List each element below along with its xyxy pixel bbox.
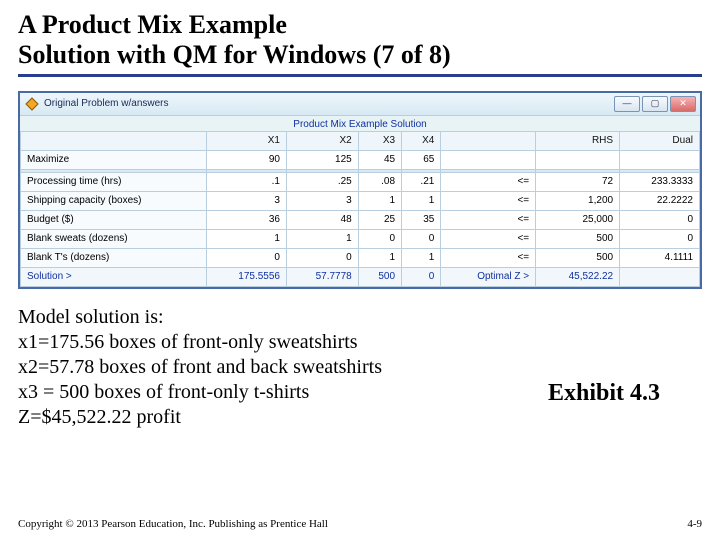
cell: Shipping capacity (boxes) [21, 191, 207, 210]
cell: <= [441, 229, 536, 248]
table-row: Maximize901254565 [21, 150, 700, 169]
cell: 1 [286, 229, 358, 248]
cell: 500 [536, 229, 620, 248]
cell: 65 [402, 150, 441, 169]
cell: 3 [207, 191, 287, 210]
cell: .1 [207, 172, 287, 191]
cell: 1 [207, 229, 287, 248]
cell: 233.3333 [620, 172, 700, 191]
body-line: Z=$45,522.22 profit [18, 405, 702, 430]
cell: <= [441, 248, 536, 267]
cell: <= [441, 191, 536, 210]
cell: <= [441, 210, 536, 229]
cell: Processing time (hrs) [21, 172, 207, 191]
minimize-button[interactable]: — [614, 96, 640, 112]
cell: 4.1111 [620, 248, 700, 267]
slide-title-line2: Solution with QM for Windows (7 of 8) [18, 40, 451, 69]
col-x2: X2 [286, 131, 358, 150]
cell: 175.5556 [207, 267, 287, 286]
cell: .21 [402, 172, 441, 191]
body-line: x1=175.56 boxes of front-only sweatshirt… [18, 330, 702, 355]
title-underline [18, 74, 702, 77]
body-line: x2=57.78 boxes of front and back sweatsh… [18, 355, 702, 380]
qm-titlebar: Original Problem w/answers — ▢ ✕ [20, 93, 700, 116]
cell: 1 [402, 248, 441, 267]
cell: 25 [358, 210, 401, 229]
cell: 36 [207, 210, 287, 229]
cell: 0 [402, 229, 441, 248]
cell: 1 [358, 191, 401, 210]
cell: Solution > [21, 267, 207, 286]
col-dual: Dual [620, 131, 700, 150]
cell: 0 [620, 210, 700, 229]
cell: .08 [358, 172, 401, 191]
qm-table: X1 X2 X3 X4 RHS Dual Maximize901254565Pr… [20, 131, 700, 287]
table-header-row: X1 X2 X3 X4 RHS Dual [21, 131, 700, 150]
cell: 1,200 [536, 191, 620, 210]
qm-window-title: Original Problem w/answers [44, 98, 169, 109]
cell: 500 [358, 267, 401, 286]
cell: 3 [286, 191, 358, 210]
footer-page: 4-9 [687, 518, 702, 530]
close-button[interactable]: ✕ [670, 96, 696, 112]
col-rel [441, 131, 536, 150]
qm-window: Original Problem w/answers — ▢ ✕ Product… [18, 91, 702, 289]
col-blank [21, 131, 207, 150]
cell: 90 [207, 150, 287, 169]
cell: 0 [286, 248, 358, 267]
cell: 25,000 [536, 210, 620, 229]
table-row: Blank sweats (dozens)1100<=5000 [21, 229, 700, 248]
qm-subtitle: Product Mix Example Solution [20, 116, 700, 131]
cell: 500 [536, 248, 620, 267]
table-row: Processing time (hrs).1.25.08.21<=72233.… [21, 172, 700, 191]
cell: Optimal Z > [441, 267, 536, 286]
cell: 1 [358, 248, 401, 267]
maximize-button[interactable]: ▢ [642, 96, 668, 112]
cell: 57.7778 [286, 267, 358, 286]
cell [441, 150, 536, 169]
col-x4: X4 [402, 131, 441, 150]
table-row: Shipping capacity (boxes)3311<=1,20022.2… [21, 191, 700, 210]
cell [620, 267, 700, 286]
cell: Blank T's (dozens) [21, 248, 207, 267]
body-line: Model solution is: [18, 305, 702, 330]
cell: Maximize [21, 150, 207, 169]
solution-row: Solution >175.555657.77785000Optimal Z >… [21, 267, 700, 286]
cell: 0 [620, 229, 700, 248]
col-x1: X1 [207, 131, 287, 150]
cell: 1 [402, 191, 441, 210]
cell: 0 [402, 267, 441, 286]
cell: 22.2222 [620, 191, 700, 210]
footer-copyright: Copyright © 2013 Pearson Education, Inc.… [18, 518, 328, 530]
cell: .25 [286, 172, 358, 191]
col-x3: X3 [358, 131, 401, 150]
cell: 48 [286, 210, 358, 229]
exhibit-label: Exhibit 4.3 [548, 380, 660, 407]
cell: 125 [286, 150, 358, 169]
cell: 35 [402, 210, 441, 229]
cell [620, 150, 700, 169]
slide-title-line1: A Product Mix Example [18, 10, 287, 39]
solution-text: Model solution is: x1=175.56 boxes of fr… [18, 305, 702, 430]
cell: 0 [207, 248, 287, 267]
col-rhs: RHS [536, 131, 620, 150]
cell: 72 [536, 172, 620, 191]
cell: 45 [358, 150, 401, 169]
app-icon [24, 96, 40, 112]
table-row: Blank T's (dozens)0011<=5004.1111 [21, 248, 700, 267]
cell [536, 150, 620, 169]
table-row: Budget ($)36482535<=25,0000 [21, 210, 700, 229]
cell: 45,522.22 [536, 267, 620, 286]
cell: <= [441, 172, 536, 191]
cell: Budget ($) [21, 210, 207, 229]
cell: 0 [358, 229, 401, 248]
cell: Blank sweats (dozens) [21, 229, 207, 248]
